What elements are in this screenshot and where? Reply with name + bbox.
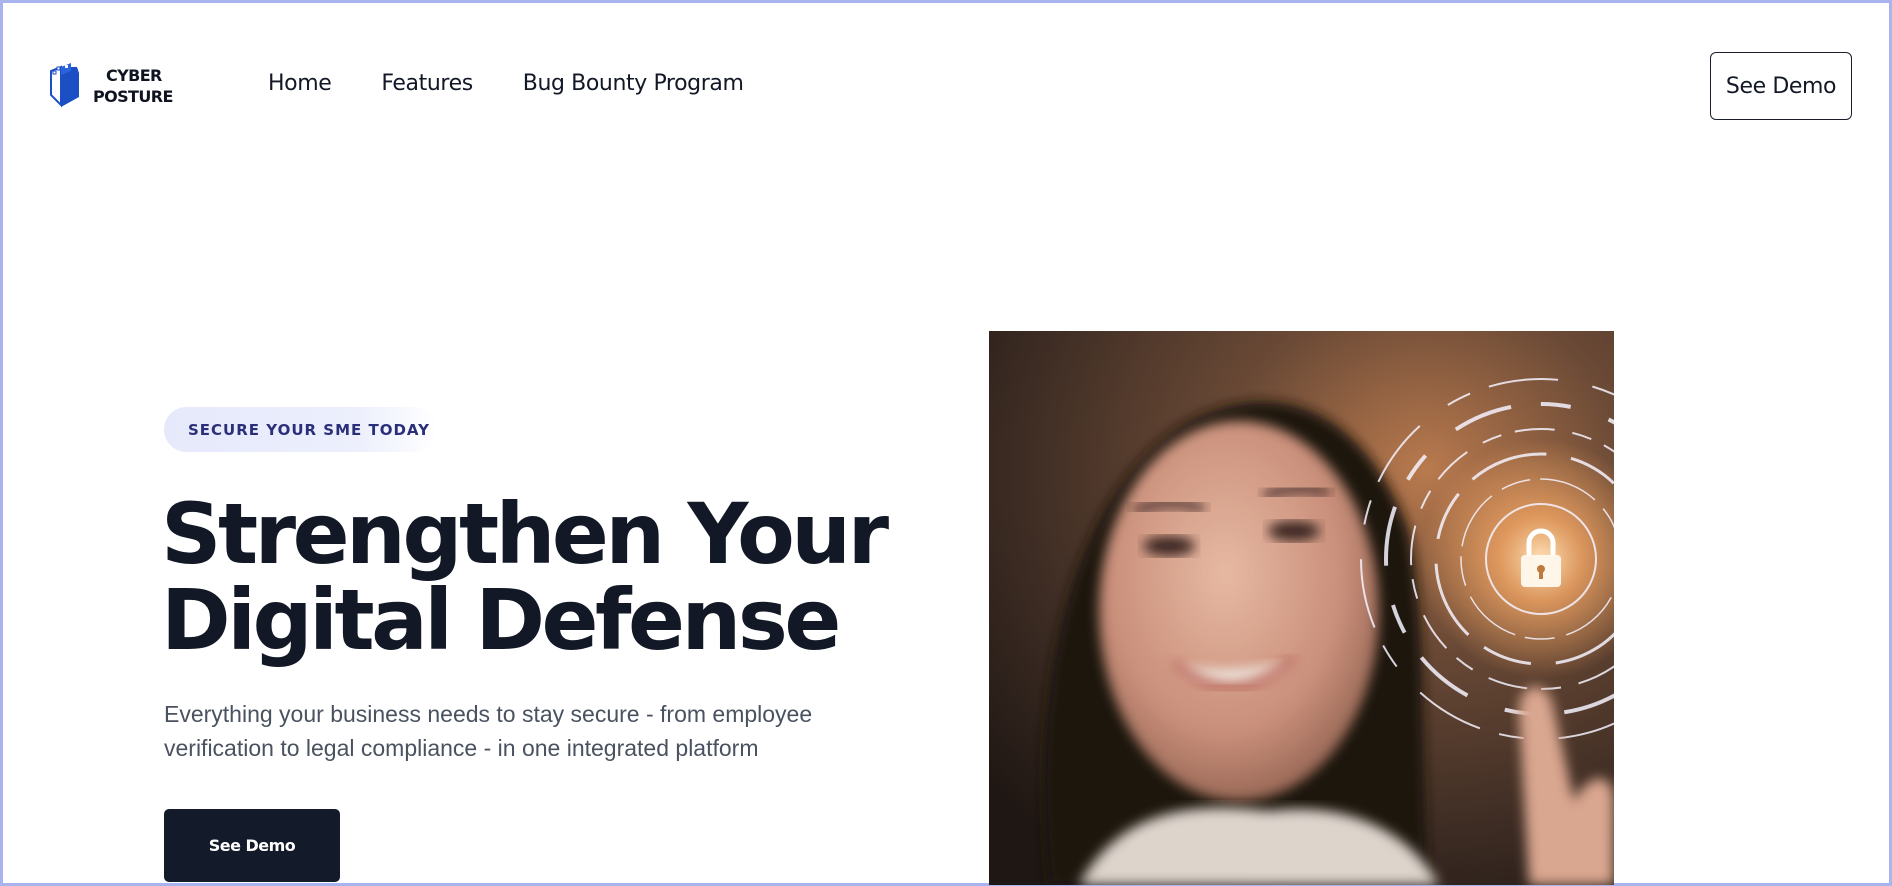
- shield-castle-icon: [50, 63, 79, 108]
- nav-see-demo-button[interactable]: See Demo: [1710, 52, 1852, 120]
- hero-image: [989, 331, 1614, 885]
- top-navigation: CYBER POSTURE Home Features Bug Bounty P…: [3, 3, 1889, 173]
- nav-link-bug-bounty-program[interactable]: Bug Bounty Program: [523, 71, 744, 96]
- hero-headline: Strengthen Your Digital Defense: [161, 485, 889, 669]
- brand-name-line2: POSTURE: [93, 87, 173, 106]
- brand-name-line1: CYBER: [106, 66, 162, 85]
- hero-badge: SECURE YOUR SME TODAY: [164, 407, 438, 452]
- hero-subtitle-line1: Everything your business needs to stay s…: [164, 701, 813, 727]
- brand-name: CYBER POSTURE: [93, 65, 173, 107]
- nav-link-home[interactable]: Home: [268, 71, 332, 96]
- hero-headline-line2: Digital Defense: [161, 571, 841, 669]
- hero-headline-line1: Strengthen Your: [161, 485, 889, 583]
- nav-links: Home Features Bug Bounty Program: [268, 71, 744, 96]
- hero-see-demo-button[interactable]: See Demo: [164, 809, 340, 882]
- brand-logo[interactable]: CYBER POSTURE: [47, 61, 173, 111]
- hero-subtitle: Everything your business needs to stay s…: [164, 697, 884, 765]
- hero-subtitle-line2: verification to legal compliance - in on…: [164, 735, 759, 761]
- hero-photo-illustration: [989, 331, 1614, 885]
- nav-link-features[interactable]: Features: [381, 71, 473, 96]
